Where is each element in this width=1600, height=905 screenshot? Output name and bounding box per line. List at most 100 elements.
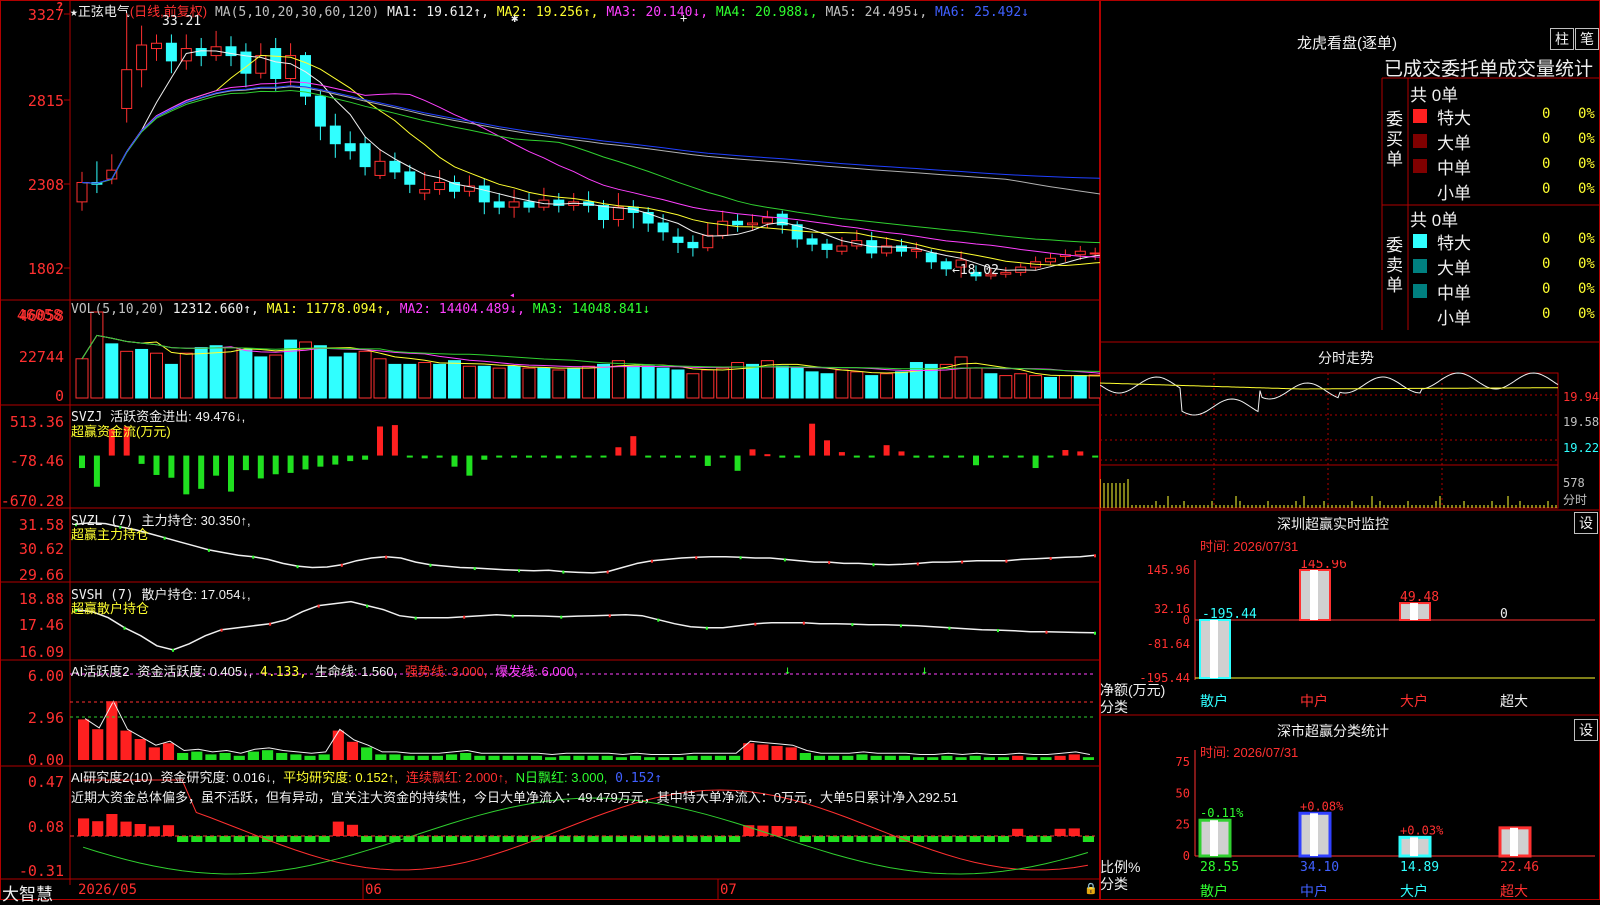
activity-bar xyxy=(1012,755,1024,760)
high-price-label: 33.21 xyxy=(162,14,202,29)
candle-body xyxy=(434,181,446,191)
monitor-bar-label: 49.48 xyxy=(1400,590,1439,605)
money-flow-bar xyxy=(347,455,354,462)
volume-bar xyxy=(790,367,804,399)
sell-row-name: 小单 xyxy=(1437,309,1471,328)
research-bar xyxy=(870,836,882,842)
money-flow-bar xyxy=(93,455,100,487)
activity-bar xyxy=(898,755,911,760)
ai2-a: 资金研究度: 0.016↓, xyxy=(160,770,276,785)
volume-bar xyxy=(90,311,104,399)
money-flow-bar xyxy=(824,440,830,456)
class-change-label: -0.11% xyxy=(1200,806,1244,820)
research-bar xyxy=(162,825,175,836)
candle-body xyxy=(598,204,609,220)
volume-bar xyxy=(433,363,447,399)
candle-body xyxy=(642,211,654,224)
svsh-line-dot xyxy=(463,615,466,619)
sell-color-swatch xyxy=(1413,259,1427,273)
ai2-e: 0.152↑ xyxy=(615,771,663,786)
candle-body xyxy=(940,261,952,270)
research-bar xyxy=(431,836,443,842)
volume-bar xyxy=(1058,375,1072,399)
svzl-line-dot xyxy=(518,569,521,573)
research-bar xyxy=(247,836,259,842)
monitor-category: 超大 xyxy=(1500,694,1528,710)
svzl-line-dot xyxy=(828,561,831,565)
research-bar xyxy=(672,836,684,842)
research-bar xyxy=(346,824,359,836)
activity-bar xyxy=(120,730,132,760)
svsh-line-dot xyxy=(996,629,999,633)
research-bar xyxy=(106,814,118,836)
volume-bar xyxy=(701,369,715,399)
svsh-line-dot xyxy=(1045,630,1048,634)
monitor-tick: -81.64 xyxy=(1147,637,1190,651)
candle-body xyxy=(344,143,356,152)
monitor-bar-label: -195.44 xyxy=(1202,607,1257,622)
volume-bar xyxy=(1073,375,1087,399)
candle-body xyxy=(717,220,729,236)
ai2-tick: 0.08 xyxy=(27,818,64,836)
class-settings-button[interactable]: 设 xyxy=(1574,719,1598,741)
money-flow-bar xyxy=(168,455,175,478)
monitor-settings-button[interactable]: 设 xyxy=(1574,512,1598,534)
activity-bar xyxy=(92,729,104,760)
svsh-line-dot xyxy=(172,648,175,652)
money-flow-bar xyxy=(943,455,950,458)
ai1-d: 强势线: 3.000, xyxy=(405,664,488,679)
money-flow-bar xyxy=(257,455,264,479)
money-flow-bar xyxy=(585,455,592,458)
money-flow-bar xyxy=(734,455,741,471)
activity-bar xyxy=(1054,755,1066,760)
svzl-group xyxy=(75,522,1096,574)
vol-tick: 0 xyxy=(54,387,64,405)
sell-label: 委卖单 xyxy=(1386,236,1403,295)
svg-text:↓: ↓ xyxy=(784,663,791,677)
money-flow-bar xyxy=(898,451,905,456)
svsh-line-dot xyxy=(899,624,902,628)
volume-bar xyxy=(343,352,357,399)
svzl-line-dot xyxy=(1049,557,1052,561)
research-bar xyxy=(1026,836,1038,842)
class-category: 大户 xyxy=(1400,883,1428,900)
candle-body xyxy=(732,220,744,226)
monitor-title: 深圳超赢实时监控 xyxy=(1277,516,1389,532)
buy-row-count: 0 xyxy=(1542,156,1551,172)
svzl-line-dot xyxy=(340,563,343,567)
candle-body xyxy=(165,42,177,62)
volume-bar xyxy=(597,363,610,399)
buy-row-percent: 0% xyxy=(1578,156,1595,172)
sell-row-count: 0 xyxy=(1542,256,1551,272)
buy-color-swatch xyxy=(1413,159,1427,173)
activity-bar xyxy=(629,755,642,760)
svg-text:↓: ↓ xyxy=(921,663,928,677)
svzl-line-dot xyxy=(961,560,964,564)
volume-bar xyxy=(820,373,834,399)
sell-row-count: 0 xyxy=(1542,306,1551,322)
ai1-b: 4.133, xyxy=(260,665,308,680)
monitor-bar-highlight xyxy=(1410,603,1418,620)
money-flow-bar xyxy=(228,455,234,492)
svzl-line-dot xyxy=(1094,554,1096,558)
money-flow-bar xyxy=(511,455,518,458)
volume-bar xyxy=(418,362,432,399)
research-bar xyxy=(842,836,854,842)
svzl-line-dot xyxy=(163,536,166,540)
activity-bar xyxy=(205,754,217,760)
lock-icon[interactable]: 🔒 xyxy=(1084,882,1098,895)
research-bar xyxy=(941,836,953,842)
class-tick: 0 xyxy=(1183,849,1190,863)
money-flow-bar xyxy=(138,455,145,464)
volume-bar xyxy=(194,347,208,399)
activity-bar xyxy=(813,755,826,760)
ai1-name: AI活跃度2 xyxy=(71,664,130,679)
candle-body xyxy=(612,206,624,221)
svsh-tick: 18.88 xyxy=(18,590,64,608)
volume-bar xyxy=(209,345,223,399)
svzl-line-dot xyxy=(296,565,299,569)
svzl-line-dot xyxy=(783,558,786,562)
candle-body xyxy=(195,48,207,57)
class-change-label: +0.03% xyxy=(1400,823,1444,837)
volume-bar xyxy=(671,369,685,399)
